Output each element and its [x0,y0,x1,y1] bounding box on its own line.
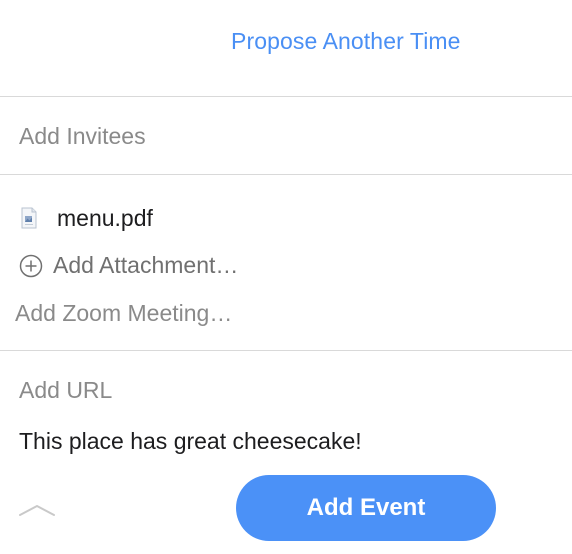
chevron-up-icon[interactable] [18,502,56,518]
attachment-item[interactable]: menu.pdf [19,204,153,232]
event-details-panel: Propose Another Time Add Invitees menu.p… [0,0,572,554]
notes-field[interactable]: This place has great cheesecake! [19,428,362,455]
add-attachment-button[interactable]: Add Attachment… [19,252,238,279]
divider [0,96,572,97]
divider [0,350,572,351]
propose-another-time-link[interactable]: Propose Another Time [231,28,461,55]
plus-circle-icon [19,254,43,278]
add-attachment-label: Add Attachment… [53,252,239,278]
add-zoom-meeting-button[interactable]: Add Zoom Meeting… [15,300,232,327]
add-url-field[interactable]: Add URL [19,377,112,404]
attachment-file-name: menu.pdf [57,204,153,231]
add-invitees-field[interactable]: Add Invitees [19,123,146,150]
divider [0,174,572,175]
pdf-file-icon [19,207,39,229]
add-event-button[interactable]: Add Event [236,475,496,541]
